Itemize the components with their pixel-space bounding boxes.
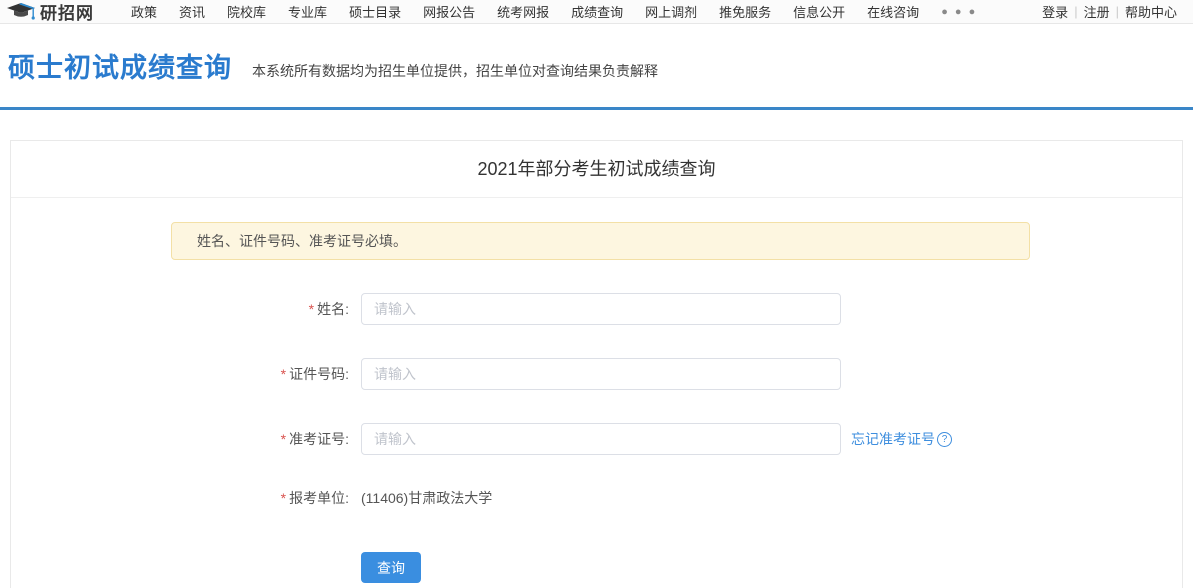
id-number-input[interactable] <box>361 358 841 390</box>
apply-unit-value: (11406)甘肃政法大学 <box>361 490 493 506</box>
forgot-ticket-link[interactable]: 忘记准考证号 ? <box>851 429 952 449</box>
nav-item-news[interactable]: 资讯 <box>168 2 216 21</box>
query-button[interactable]: 查询 <box>361 552 421 583</box>
ticket-number-control: 忘记准考证号 ? <box>361 423 952 455</box>
submit-row: 查询 <box>11 552 1182 583</box>
card-title: 2021年部分考生初试成绩查询 <box>11 141 1182 198</box>
required-asterisk: * <box>280 431 287 447</box>
nav-item-policy[interactable]: 政策 <box>120 2 168 21</box>
nav-item-unified-exam-report[interactable]: 统考网报 <box>486 2 560 21</box>
login-link[interactable]: 登录 <box>1036 2 1074 21</box>
card-body: 姓名、证件号码、准考证号必填。 *姓名: *证件号码: <box>11 198 1182 583</box>
form-row-name: * 姓名: <box>11 293 1182 325</box>
page-title: 硕士初试成绩查询 <box>8 53 232 83</box>
id-number-label: * 证件号码: <box>280 366 349 382</box>
site-logo[interactable]: 研招网 <box>6 0 94 24</box>
nav-item-online-consult[interactable]: 在线咨询 <box>856 2 930 21</box>
question-mark-icon: ? <box>937 431 952 447</box>
required-asterisk: * <box>280 490 287 506</box>
required-asterisk: * <box>308 301 315 317</box>
register-link[interactable]: 注册 <box>1078 2 1116 21</box>
nav-item-major-library[interactable]: 专业库 <box>277 2 338 21</box>
nav-item-exemption-service[interactable]: 推免服务 <box>708 2 782 21</box>
nav-item-master-catalog[interactable]: 硕士目录 <box>338 2 412 21</box>
name-label: * 姓名: <box>308 301 349 317</box>
nav-item-score-query[interactable]: 成绩查询 <box>560 2 634 21</box>
nav-item-info-disclosure[interactable]: 信息公开 <box>782 2 856 21</box>
apply-unit-control: (11406)甘肃政法大学 <box>361 488 492 508</box>
nav-item-online-adjustment[interactable]: 网上调剂 <box>634 2 708 21</box>
ticket-number-input[interactable] <box>361 423 841 455</box>
page-subtitle: 本系统所有数据均为招生单位提供，招生单位对查询结果负责解释 <box>252 62 658 79</box>
main-content: 2021年部分考生初试成绩查询 姓名、证件号码、准考证号必填。 *姓名: *证件… <box>0 110 1193 588</box>
form-row-ticket-number: *准考证号: 忘记准考证号 ? <box>11 423 1182 455</box>
help-center-link[interactable]: 帮助中心 <box>1119 2 1183 21</box>
name-input[interactable] <box>361 293 841 325</box>
apply-unit-label: * 报考单位: <box>280 490 349 506</box>
top-nav-bar: 研招网 政策 资讯 院校库 专业库 硕士目录 网报公告 统考网报 成绩查询 网上… <box>0 0 1193 24</box>
score-query-card: 2021年部分考生初试成绩查询 姓名、证件号码、准考证号必填。 *姓名: *证件… <box>10 140 1183 588</box>
required-fields-notice: 姓名、证件号码、准考证号必填。 <box>171 222 1030 260</box>
name-control <box>361 293 841 325</box>
ticket-number-label: * 准考证号: <box>280 431 349 447</box>
form-row-id-number: * 证件号码: <box>11 358 1182 390</box>
form-row-apply-unit: * 报考单位: (11406)甘肃政法大学 <box>11 488 1182 508</box>
required-asterisk: * <box>280 366 287 382</box>
site-logo-text: 研招网 <box>40 4 94 23</box>
main-nav: 政策 资讯 院校库 专业库 硕士目录 网报公告 统考网报 成绩查询 网上调剂 推… <box>120 2 988 21</box>
page-header: 硕士初试成绩查询 本系统所有数据均为招生单位提供，招生单位对查询结果负责解释 <box>0 24 1193 110</box>
topbar-auth-links: 登录 | 注册 | 帮助中心 <box>1036 2 1183 21</box>
graduation-cap-icon <box>6 1 36 22</box>
nav-item-online-report-notice[interactable]: 网报公告 <box>412 2 486 21</box>
nav-item-school-library[interactable]: 院校库 <box>216 2 277 21</box>
nav-more-ellipsis-icon[interactable]: ● ● ● <box>930 6 988 18</box>
id-number-control <box>361 358 841 390</box>
